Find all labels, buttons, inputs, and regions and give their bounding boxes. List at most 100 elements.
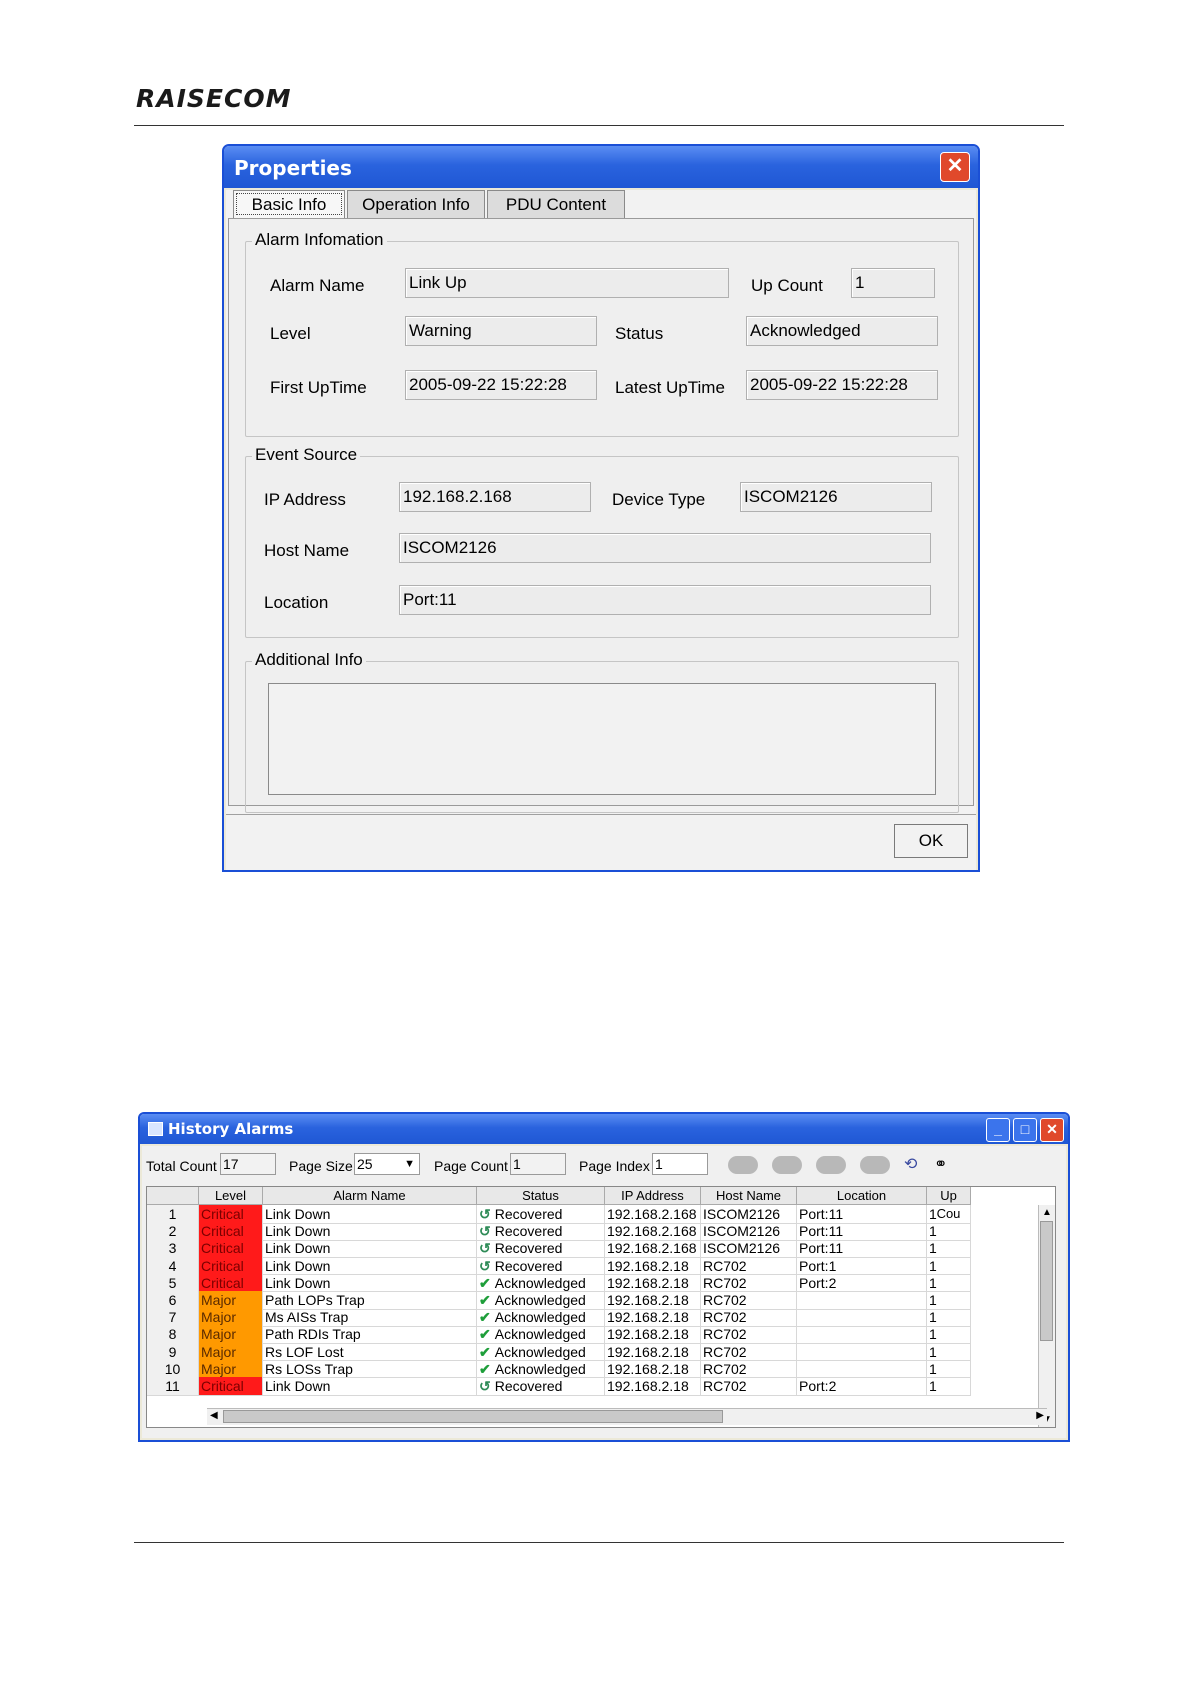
location-cell: Port:1 [797, 1256, 927, 1276]
level-cell: Critical [199, 1205, 263, 1224]
host-name-cell: RC702 [701, 1377, 797, 1396]
horizontal-scrollbar[interactable]: ◀ ▶ [207, 1408, 1047, 1425]
device-type-field[interactable]: ISCOM2126 [740, 482, 932, 512]
status-text: Recovered [494, 1378, 563, 1394]
column-header[interactable]: IP Address [605, 1187, 701, 1205]
location-cell [797, 1359, 927, 1379]
level-cell: Critical [199, 1239, 263, 1258]
close-icon[interactable]: ✕ [1040, 1118, 1064, 1142]
ip-address-cell: 192.168.2.18 [605, 1273, 701, 1293]
ok-button[interactable]: OK [894, 824, 968, 858]
previous-page-icon[interactable] [772, 1156, 802, 1174]
column-header[interactable]: Alarm Name [263, 1187, 477, 1205]
alarm-name-cell: Link Down [263, 1239, 477, 1258]
next-page-icon[interactable] [816, 1156, 846, 1174]
location-field[interactable]: Port:11 [399, 585, 931, 615]
ip-address-cell: 192.168.2.18 [605, 1256, 701, 1276]
ip-address-cell: 192.168.2.18 [605, 1325, 701, 1344]
host-name-cell: RC702 [701, 1308, 797, 1327]
last-page-icon[interactable] [860, 1156, 890, 1174]
tab-basic-info[interactable]: Basic Info [233, 190, 345, 218]
row-number: 10 [147, 1359, 199, 1379]
scroll-up-icon[interactable]: ▲ [1042, 1207, 1052, 1218]
latest-uptime-field[interactable]: 2005-09-22 15:22:28 [746, 370, 938, 400]
page-size-select[interactable]: 25 ▼ [354, 1153, 420, 1175]
alarm-name-field[interactable]: Link Up [405, 268, 729, 298]
refresh-icon[interactable]: ⟲ [904, 1154, 917, 1174]
up-count-cell: 1 [927, 1342, 971, 1362]
total-count-field[interactable]: 17 [220, 1153, 276, 1175]
row-number: 8 [147, 1325, 199, 1344]
history-titlebar[interactable]: History Alarms _ □ ✕ [140, 1114, 1068, 1144]
host-name-cell: RC702 [701, 1256, 797, 1276]
properties-dialog: Properties ✕ Basic Info Operation Info P… [222, 144, 980, 872]
tab-pdu-content[interactable]: PDU Content [487, 190, 625, 218]
column-header[interactable]: Status [477, 1187, 605, 1205]
row-number: 5 [147, 1273, 199, 1293]
location-cell: Port:11 [797, 1205, 927, 1224]
first-page-icon[interactable] [728, 1156, 758, 1174]
first-uptime-field[interactable]: 2005-09-22 15:22:28 [405, 370, 597, 400]
status-cell: ✔ Acknowledged [477, 1342, 605, 1362]
row-number-header[interactable] [147, 1187, 199, 1205]
additional-info-textarea[interactable] [268, 683, 936, 795]
status-text: Acknowledged [494, 1360, 586, 1377]
column-header[interactable]: Location [797, 1187, 927, 1205]
additional-info-group: Additional Info [245, 650, 959, 813]
status-cell: ↺ Recovered [477, 1239, 605, 1258]
column-header[interactable]: Host Name [701, 1187, 797, 1205]
maximize-icon[interactable]: □ [1013, 1118, 1037, 1142]
dialog-titlebar[interactable]: Properties ✕ [224, 146, 978, 188]
host-name-cell: RC702 [701, 1359, 797, 1379]
page-size-value: 25 [357, 1156, 373, 1172]
level-field[interactable]: Warning [405, 316, 597, 346]
status-cell: ↺ Recovered [477, 1222, 605, 1241]
location-cell [797, 1325, 927, 1344]
row-number: 3 [147, 1239, 199, 1258]
row-number: 9 [147, 1342, 199, 1362]
level-cell: Critical [199, 1273, 263, 1293]
alarm-name-cell: Rs LOSs Trap [263, 1359, 477, 1379]
status-text: Acknowledged [494, 1343, 586, 1360]
minimize-icon[interactable]: _ [986, 1118, 1010, 1142]
acknowledged-icon: ✔ [479, 1309, 491, 1326]
alarm-name-cell: Path LOPs Trap [263, 1291, 477, 1310]
ip-address-field[interactable]: 192.168.2.168 [399, 482, 591, 512]
alarm-information-legend: Alarm Infomation [252, 230, 387, 250]
alarm-name-cell: Ms AISs Trap [263, 1308, 477, 1327]
tab-operation-info[interactable]: Operation Info [347, 190, 485, 218]
scroll-left-icon[interactable]: ◀ [210, 1410, 218, 1421]
total-count-label: Total Count [146, 1158, 217, 1174]
level-cell: Major [199, 1308, 263, 1327]
up-count-field[interactable]: 1 [851, 268, 935, 298]
host-name-label: Host Name [264, 541, 350, 560]
alarm-name-cell: Link Down [263, 1205, 477, 1224]
status-field[interactable]: Acknowledged [746, 316, 938, 346]
horizontal-scroll-thumb[interactable] [223, 1410, 723, 1423]
column-header[interactable]: Level [199, 1187, 263, 1205]
status-text: Acknowledged [494, 1326, 586, 1343]
recovered-icon: ↺ [479, 1206, 491, 1222]
scroll-right-icon[interactable]: ▶ [1036, 1410, 1044, 1421]
page-count-field[interactable]: 1 [510, 1153, 566, 1175]
up-count-cell: 1 [927, 1308, 971, 1327]
page-index-field[interactable]: 1 [652, 1153, 708, 1175]
chevron-down-icon[interactable]: ▼ [404, 1154, 415, 1174]
column-header[interactable]: Up Cou [927, 1187, 971, 1221]
location-cell: Port:11 [797, 1222, 927, 1241]
row-number: 4 [147, 1256, 199, 1276]
host-name-cell: RC702 [701, 1291, 797, 1310]
location-cell: Port:11 [797, 1239, 927, 1258]
row-number: 1 [147, 1205, 199, 1224]
row-number: 6 [147, 1291, 199, 1310]
acknowledged-icon: ✔ [479, 1326, 491, 1343]
host-name-field[interactable]: ISCOM2126 [399, 533, 931, 563]
binoculars-icon[interactable]: ⚭ [934, 1154, 947, 1174]
vertical-scrollbar[interactable]: ▲ ▼ [1038, 1205, 1055, 1427]
dialog-title: Properties [234, 156, 352, 180]
status-text: Acknowledged [494, 1309, 586, 1326]
alarm-name-label: Alarm Name [270, 276, 365, 295]
status-cell: ↺ Recovered [477, 1205, 605, 1224]
vertical-scroll-thumb[interactable] [1040, 1221, 1053, 1341]
close-icon[interactable]: ✕ [940, 152, 970, 182]
